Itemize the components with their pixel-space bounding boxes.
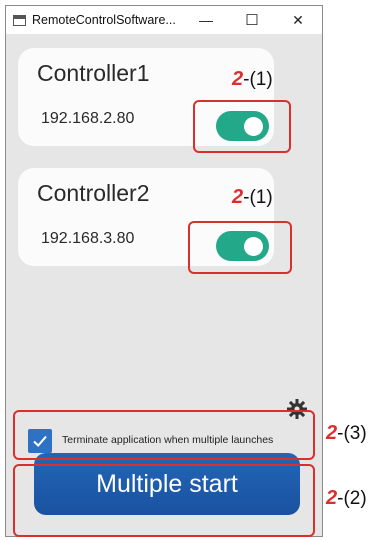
annotation-label-checkbox: 2-(3) bbox=[326, 422, 367, 444]
annotation-box-start bbox=[13, 464, 315, 537]
window-title: RemoteControlSoftware... bbox=[32, 13, 176, 27]
annotation-box-toggle-1 bbox=[193, 100, 291, 153]
annotation-label-toggle-2: 2-(1) bbox=[232, 186, 273, 208]
minimize-button[interactable]: — bbox=[186, 6, 226, 34]
controller-ip: 192.168.2.80 bbox=[41, 110, 135, 127]
controller-ip: 192.168.3.80 bbox=[41, 230, 135, 247]
annotation-label-toggle-1: 2-(1) bbox=[232, 68, 273, 90]
annotation-label-start: 2-(2) bbox=[326, 487, 367, 509]
close-button[interactable]: ✕ bbox=[278, 6, 318, 34]
annotation-box-checkbox bbox=[13, 410, 315, 460]
maximize-button[interactable]: ☐ bbox=[232, 6, 272, 34]
app-window-icon bbox=[13, 14, 26, 26]
controller-name: Controller2 bbox=[37, 180, 150, 206]
title-bar[interactable]: RemoteControlSoftware... — ☐ ✕ bbox=[6, 6, 322, 34]
annotation-box-toggle-2 bbox=[188, 221, 292, 274]
controller-name: Controller1 bbox=[37, 60, 150, 86]
